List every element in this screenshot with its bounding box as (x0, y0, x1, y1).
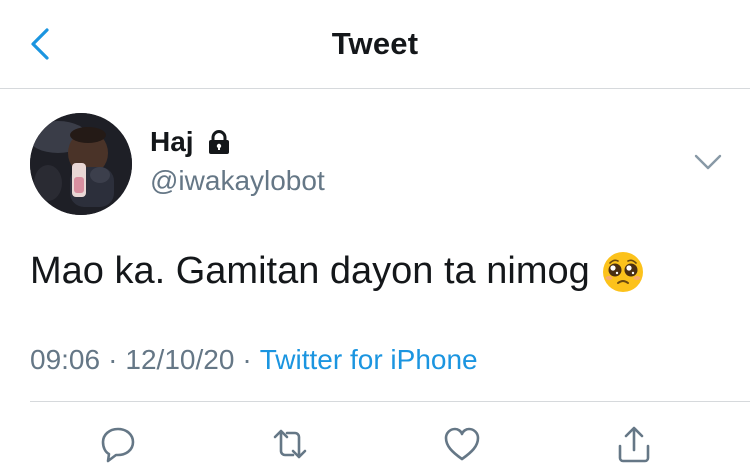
like-icon (444, 427, 480, 461)
pleading-face-emoji (602, 251, 644, 293)
tweet-text: Mao ka. Gamitan dayon ta nimog (30, 250, 644, 293)
author-name-row[interactable]: Haj (150, 126, 232, 158)
tweet-source-link[interactable]: Twitter for iPhone (260, 344, 478, 375)
more-options-button[interactable] (692, 150, 724, 174)
reply-button[interactable] (96, 422, 140, 466)
lock-icon (206, 129, 232, 155)
tweet-actions-bar (0, 422, 750, 466)
avatar[interactable] (30, 113, 132, 215)
retweet-button[interactable] (268, 422, 312, 466)
tweet-meta: 09:06 · 12/10/20 · Twitter for iPhone (30, 344, 478, 376)
like-button[interactable] (440, 422, 484, 466)
meta-separator: · (242, 344, 252, 375)
meta-separator: · (108, 344, 118, 375)
reply-icon (101, 427, 135, 463)
divider (30, 401, 750, 402)
share-icon (618, 426, 650, 463)
chevron-down-icon (694, 154, 722, 170)
retweet-icon (273, 429, 307, 459)
author-name: Haj (150, 126, 194, 157)
page-title: Tweet (331, 26, 419, 61)
tweet-time: 09:06 (30, 344, 101, 375)
tweet-date: 12/10/20 (125, 344, 235, 375)
top-navigation-bar: Tweet (0, 0, 750, 89)
share-button[interactable] (612, 422, 656, 466)
tweet-text-content: Mao ka. Gamitan dayon ta nimog (30, 250, 590, 292)
avatar-photo (30, 113, 132, 215)
author-handle[interactable]: @iwakaylobot (150, 165, 325, 197)
